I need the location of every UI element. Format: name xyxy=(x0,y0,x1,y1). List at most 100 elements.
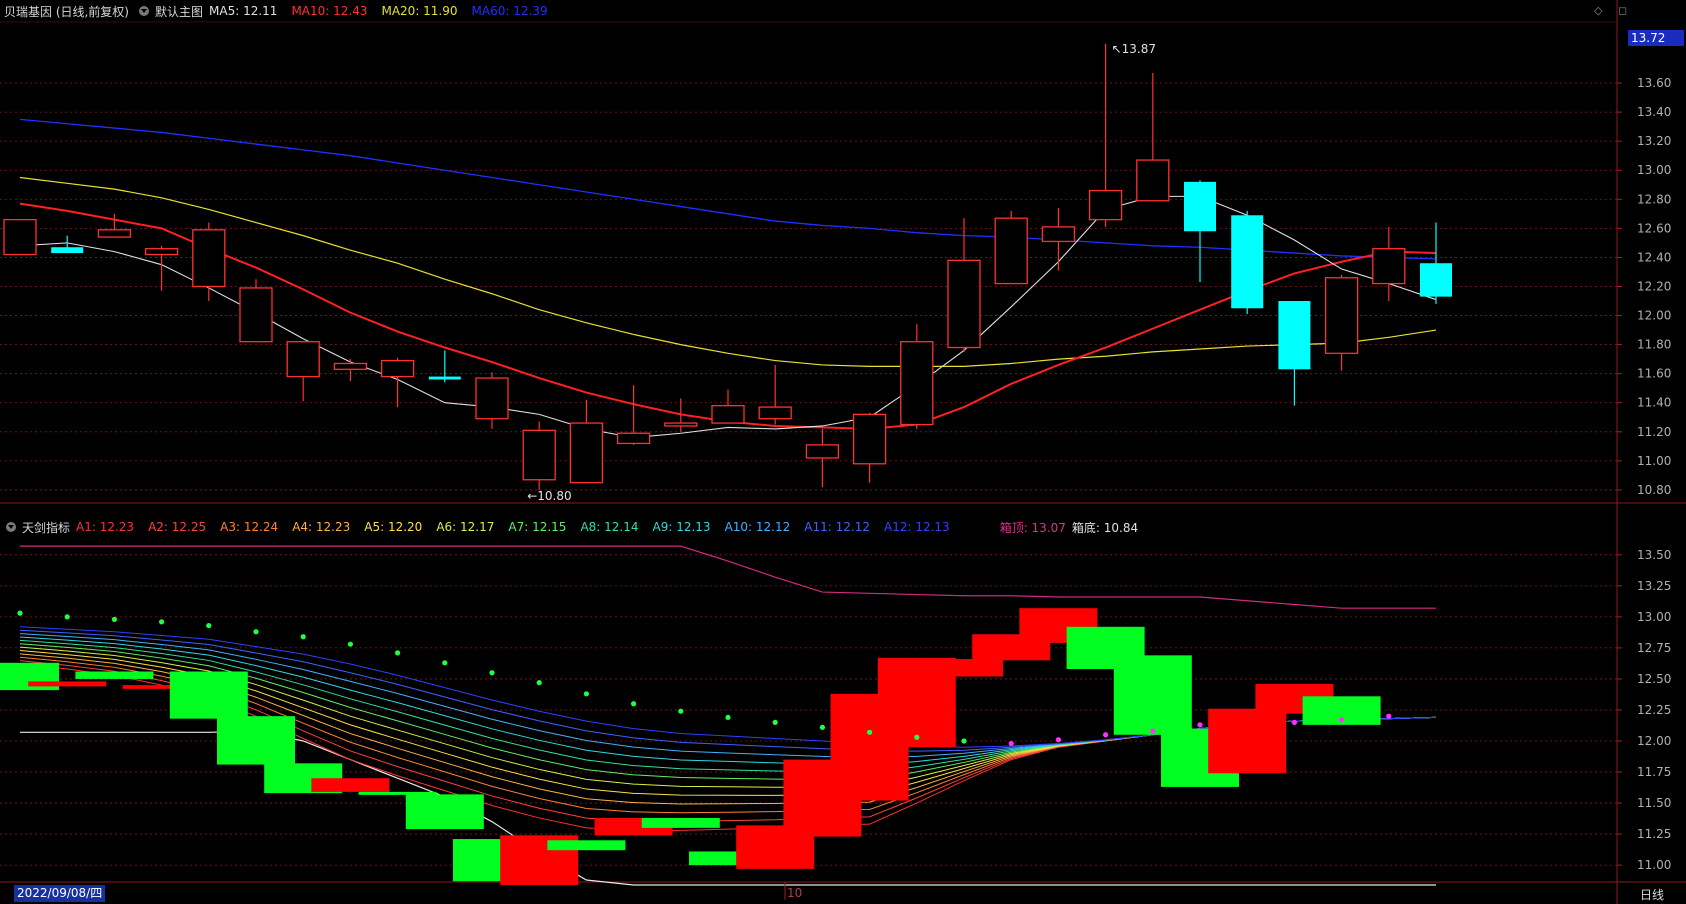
signal-dot-green xyxy=(300,634,306,640)
y-tick-label: 13.00 xyxy=(1637,610,1671,624)
y-tick-label: 11.00 xyxy=(1637,454,1671,468)
candle-body-up xyxy=(522,429,556,481)
signal-dot-green xyxy=(583,691,590,697)
indicator-line-label: A6: 12.17 xyxy=(436,520,495,534)
extreme-price-label: ↖13.87 xyxy=(1112,42,1156,56)
y-tick-label: 12.20 xyxy=(1637,279,1671,293)
signal-dot-magenta xyxy=(1386,713,1392,719)
box-bottom-label: 箱底: 10.84 xyxy=(1071,520,1139,535)
indicator-line-label: A4: 12.23 xyxy=(292,520,351,534)
signal-dot-green xyxy=(347,641,353,647)
indicator-line-label: A12: 12.13 xyxy=(883,520,950,534)
signal-dot-magenta xyxy=(1055,737,1061,743)
y-tick-label: 12.80 xyxy=(1637,192,1671,206)
y-tick-label: 11.20 xyxy=(1637,425,1671,439)
candle-body-up xyxy=(711,404,745,424)
ma60-line xyxy=(19,118,1437,260)
signal-dot-green xyxy=(631,701,637,707)
signal-dot-green xyxy=(489,670,495,676)
candle-body-up xyxy=(3,218,37,256)
signal-dot-green xyxy=(159,619,165,625)
period-button[interactable]: 日线 xyxy=(1640,886,1664,903)
y-tick-label: 13.50 xyxy=(1637,548,1671,562)
indicator-line-label: A2: 12.25 xyxy=(148,520,207,534)
y-tick-label: 11.50 xyxy=(1637,796,1671,810)
signal-dot-green xyxy=(867,729,873,735)
candle-body-up xyxy=(1041,226,1076,243)
candle-body-up xyxy=(1372,248,1406,285)
candle-body-up xyxy=(616,432,651,445)
candle-body-up xyxy=(144,248,179,256)
y-tick-label: 11.00 xyxy=(1637,858,1671,872)
indicator-line-label: A11: 12.12 xyxy=(804,520,870,534)
signal-dot-green xyxy=(914,734,920,740)
current-price-tag: 13.72 xyxy=(1628,30,1684,46)
y-tick-label: 13.20 xyxy=(1637,134,1671,148)
collapse-triangle-icon[interactable] xyxy=(6,522,16,532)
indicator-bar-up xyxy=(311,778,390,792)
y-tick-label: 12.00 xyxy=(1637,734,1671,748)
y-tick-label: 13.25 xyxy=(1637,579,1671,593)
signal-dot-green xyxy=(725,714,731,721)
signal-dot-magenta xyxy=(1150,728,1156,734)
y-tick-label: 11.60 xyxy=(1637,367,1671,381)
candle-body-up xyxy=(994,217,1028,285)
candle-body-up xyxy=(333,362,368,370)
signal-dot-green xyxy=(395,650,401,656)
indicator-bar-down xyxy=(641,817,720,828)
indicator-bar-down xyxy=(217,716,295,765)
signal-dot-magenta xyxy=(1339,717,1345,723)
signal-dot-green xyxy=(961,738,967,744)
candle-body-up xyxy=(239,287,273,343)
signal-dot-magenta xyxy=(1197,722,1203,728)
y-tick-label: 13.40 xyxy=(1637,105,1671,119)
y-tick-label: 13.60 xyxy=(1637,76,1671,90)
y-tick-label: 11.40 xyxy=(1637,396,1671,410)
candle-body-up xyxy=(569,422,604,484)
candle-body-up xyxy=(852,413,887,465)
collapse-triangle-icon[interactable] xyxy=(139,6,149,16)
ma-label: MA60: 12.39 xyxy=(471,4,548,18)
signal-dot-green xyxy=(536,680,542,686)
signal-dot-green xyxy=(678,708,684,714)
y-tick-label: 11.75 xyxy=(1637,765,1671,779)
candle-body-up xyxy=(900,341,934,426)
y-tick-label: 12.40 xyxy=(1637,250,1671,264)
indicator-line-label: A9: 12.13 xyxy=(652,520,711,534)
ma-legend: MA5: 12.11 MA10: 12.43 MA20: 11.90 MA60: 12… xyxy=(209,4,562,18)
indicator-line-label: A8: 12.14 xyxy=(580,520,639,534)
indicator-bar-down xyxy=(75,671,154,679)
indicator-line-label: A7: 12.15 xyxy=(508,520,567,534)
ma-label: MA5: 12.11 xyxy=(209,4,278,18)
candle-body-up xyxy=(1324,277,1359,354)
stock-title[interactable]: 贝瑞基因 (日线,前复权) xyxy=(4,3,129,20)
candle-body-up xyxy=(664,422,698,427)
y-tick-label: 12.75 xyxy=(1637,641,1671,655)
ma-label: MA10: 12.43 xyxy=(291,4,368,18)
main-chart-header: 贝瑞基因 (日线,前复权) 默认主图 MA5: 12.11 MA10: 12.43… xyxy=(0,0,568,22)
indicator-bar-up xyxy=(925,659,1003,677)
candle-body-up xyxy=(192,229,226,288)
candle-body-down xyxy=(1184,181,1216,232)
indicator-name[interactable]: 天剑指标 xyxy=(22,519,70,536)
indicator-bar-down xyxy=(547,840,626,851)
candle-body-up xyxy=(380,359,415,378)
signal-dot-green xyxy=(17,610,23,616)
window-control-icons[interactable]: ◇ ◻ xyxy=(1594,4,1633,17)
candle-body-down xyxy=(1231,215,1264,309)
indicator-bar-down xyxy=(1113,655,1192,735)
signal-dot-green xyxy=(772,719,778,725)
signal-dot-green xyxy=(442,660,448,666)
signal-dot-green xyxy=(819,724,826,730)
candle-body-up xyxy=(947,259,981,349)
main-chart-label[interactable]: 默认主图 xyxy=(155,3,203,20)
indicator-line-label: A10: 12.12 xyxy=(724,520,791,534)
kline-chart[interactable]: 13.60 13.40 13.20 13.00 12.80 12.60 12.40 12.20… xyxy=(0,0,1686,904)
box-top-line xyxy=(20,545,1436,609)
y-tick-label: 10.80 xyxy=(1637,483,1671,497)
signal-dot-magenta xyxy=(1291,719,1297,725)
y-tick-label: 12.60 xyxy=(1637,221,1671,235)
candle-body-up xyxy=(1136,159,1170,202)
indicator-line-label: A1: 12.23 xyxy=(76,520,135,534)
y-tick-label: 12.50 xyxy=(1637,672,1671,686)
